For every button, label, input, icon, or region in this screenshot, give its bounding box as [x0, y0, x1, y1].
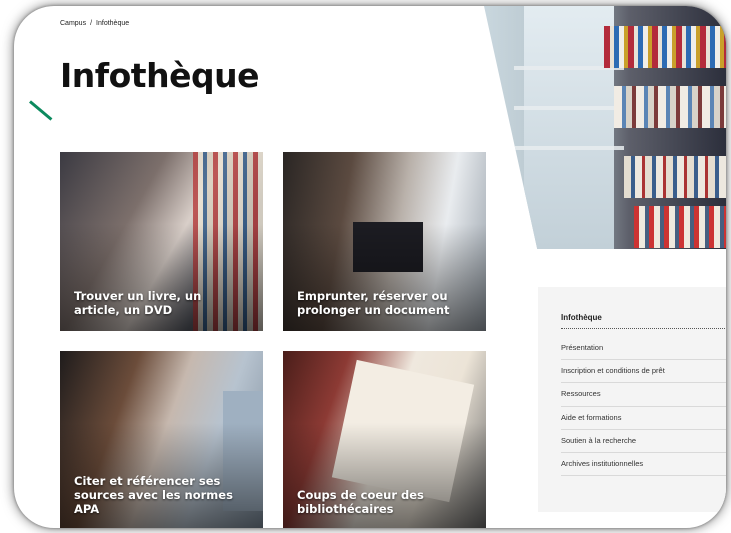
- card-cite-sources[interactable]: Citer et référencer ses sources avec les…: [60, 351, 263, 528]
- hero-library-image: [484, 6, 726, 249]
- page-title: Infothèque: [60, 56, 259, 95]
- hero-shelf: [514, 106, 624, 110]
- card-label: Trouver un livre, un article, un DVD: [74, 289, 202, 317]
- title-accent-line: [29, 100, 53, 121]
- card-borrow-document[interactable]: Emprunter, réserver ou prolonger un docu…: [283, 152, 486, 331]
- side-menu: Infothèque Présentation Inscription et c…: [538, 287, 726, 512]
- hero-books: [634, 206, 726, 248]
- breadcrumb: Campus / Infothèque: [60, 20, 129, 27]
- side-menu-item-ressources[interactable]: Ressources: [561, 383, 726, 407]
- hero-books: [624, 156, 726, 198]
- hero-window-light: [524, 6, 614, 249]
- breadcrumb-item-campus[interactable]: Campus: [60, 20, 86, 27]
- card-label: Citer et référencer ses sources avec les…: [74, 474, 233, 516]
- card-librarian-picks[interactable]: Coups de coeur des bibliothécaires: [283, 351, 486, 528]
- side-menu-list: Présentation Inscription et conditions d…: [561, 337, 726, 477]
- card-find-book[interactable]: Trouver un livre, un article, un DVD: [60, 152, 263, 331]
- card-label: Coups de coeur des bibliothécaires: [297, 488, 424, 516]
- breadcrumb-separator: /: [90, 20, 93, 27]
- hero-books: [614, 86, 726, 128]
- breadcrumb-item-current: Infothèque: [96, 20, 130, 27]
- card-label: Emprunter, réserver ou prolonger un docu…: [297, 289, 450, 317]
- side-menu-item-archives[interactable]: Archives institutionnelles: [561, 453, 726, 477]
- side-menu-item-aide[interactable]: Aide et formations: [561, 407, 726, 430]
- hero-shelf: [514, 146, 624, 150]
- side-menu-item-soutien[interactable]: Soutien à la recherche: [561, 430, 726, 453]
- side-menu-item-presentation[interactable]: Présentation: [561, 337, 726, 361]
- page-frame: Campus / Infothèque Infothèque Trouver un …: [14, 6, 726, 528]
- side-menu-title[interactable]: Infothèque: [561, 313, 726, 329]
- hero-books: [604, 26, 726, 68]
- side-menu-item-inscription[interactable]: Inscription et conditions de prêt: [561, 360, 726, 384]
